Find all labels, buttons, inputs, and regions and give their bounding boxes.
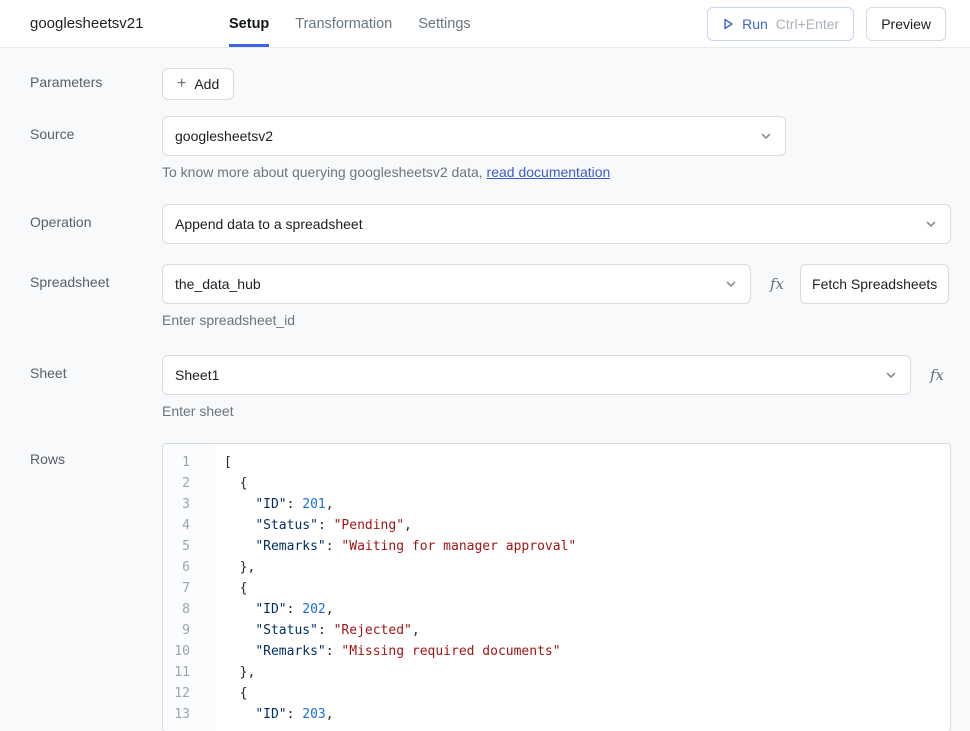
code-line: "Remarks": "Missing required documents" [224, 641, 950, 662]
parameters-row: Parameters + Add [0, 68, 970, 100]
code-line: { [224, 578, 950, 599]
tab-setup[interactable]: Setup [229, 0, 269, 47]
code-line: }, [224, 557, 950, 578]
sheet-row: Sheet Sheet1 fx Enter sheet [0, 355, 970, 421]
chevron-down-icon [759, 129, 773, 143]
spreadsheet-row: Spreadsheet the_data_hub fx Fetch Spread… [0, 264, 970, 330]
source-helper: To know more about querying googlesheets… [162, 162, 951, 182]
code-line: "Status": "Pending", [224, 515, 950, 536]
query-header: googlesheetsv21 Setup Transformation Setti… [0, 0, 970, 48]
sheet-label: Sheet [0, 355, 162, 381]
sheet-select-value: Sheet1 [175, 367, 219, 383]
code-line: "ID": 203, [224, 704, 950, 725]
code-line: "Status": "Rejected", [224, 620, 950, 641]
code-line: }, [224, 662, 950, 683]
run-label: Run [742, 16, 768, 32]
query-title: googlesheetsv21 [30, 0, 229, 47]
spreadsheet-helper: Enter spreadsheet_id [162, 310, 951, 330]
chevron-down-icon [724, 277, 738, 291]
read-documentation-link[interactable]: read documentation [487, 164, 611, 180]
fetch-spreadsheets-button[interactable]: Fetch Spreadsheets [800, 264, 949, 304]
code-line: "Remarks": "Waiting for manager approval… [224, 536, 950, 557]
operation-row: Operation Append data to a spreadsheet [0, 204, 970, 244]
parameters-label: Parameters [0, 68, 162, 90]
code-line: [ [224, 452, 950, 473]
chevron-down-icon [924, 217, 938, 231]
source-label: Source [0, 116, 162, 142]
code-line: "ID": 201, [224, 494, 950, 515]
code-line: { [224, 683, 950, 704]
operation-select[interactable]: Append data to a spreadsheet [162, 204, 951, 244]
sheet-helper: Enter sheet [162, 401, 951, 421]
code-gutter: 12345678910111213 [163, 444, 216, 731]
spreadsheet-label: Spreadsheet [0, 264, 162, 290]
source-helper-text: To know more about querying googlesheets… [162, 164, 487, 180]
add-parameter-label: Add [194, 76, 219, 92]
rows-row: Rows 12345678910111213 [ { "ID": 201, "S… [0, 443, 970, 731]
rows-label: Rows [0, 443, 162, 467]
code-line: "ID": 202, [224, 599, 950, 620]
play-icon [722, 18, 734, 30]
source-row: Source googlesheetsv2 To know more about… [0, 116, 970, 182]
header-actions: Run Ctrl+Enter Preview [707, 0, 946, 47]
run-shortcut: Ctrl+Enter [776, 16, 839, 32]
chevron-down-icon [884, 368, 898, 382]
code-lines: [ { "ID": 201, "Status": "Pending", "Rem… [216, 444, 950, 731]
plus-icon: + [177, 76, 186, 92]
operation-label: Operation [0, 204, 162, 230]
add-parameter-button[interactable]: + Add [162, 68, 234, 100]
spreadsheet-select[interactable]: the_data_hub [162, 264, 751, 304]
code-line: { [224, 473, 950, 494]
tab-settings[interactable]: Settings [418, 0, 470, 47]
source-select[interactable]: googlesheetsv2 [162, 116, 786, 156]
rows-code-editor[interactable]: 12345678910111213 [ { "ID": 201, "Status… [162, 443, 951, 731]
run-button[interactable]: Run Ctrl+Enter [707, 7, 854, 41]
operation-select-value: Append data to a spreadsheet [175, 216, 363, 232]
fx-icon[interactable]: fx [930, 366, 944, 384]
fx-icon[interactable]: fx [770, 275, 784, 293]
spreadsheet-select-value: the_data_hub [175, 276, 261, 292]
header-tabs: Setup Transformation Settings [229, 0, 471, 47]
sheet-select[interactable]: Sheet1 [162, 355, 911, 395]
preview-button[interactable]: Preview [866, 7, 946, 41]
tab-transformation[interactable]: Transformation [295, 0, 392, 47]
source-select-value: googlesheetsv2 [175, 128, 273, 144]
